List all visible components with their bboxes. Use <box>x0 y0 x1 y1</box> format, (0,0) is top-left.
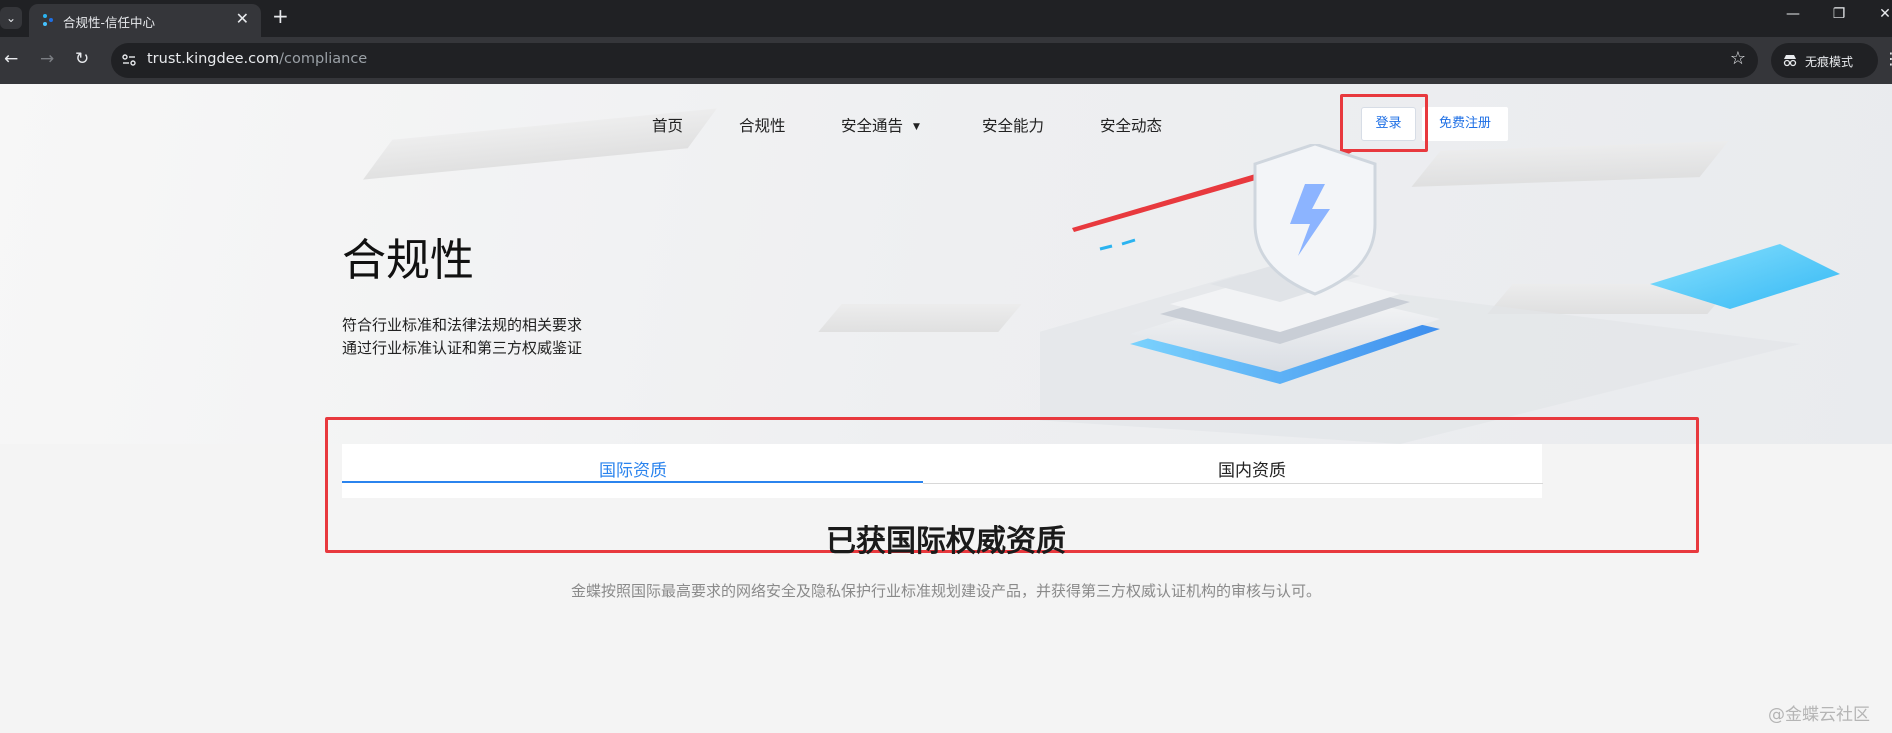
browser-tab-bar: ⌄ 合规性-信任中心 ✕ + — ❐ ✕ <box>0 0 1892 37</box>
nav-security-capability[interactable]: 安全能力 <box>982 114 1044 136</box>
watermark: @金蝶云社区 <box>1768 705 1870 725</box>
url-path: /compliance <box>279 51 368 67</box>
decorative-slab <box>818 304 1022 332</box>
nav-security-notice[interactable]: 安全通告 ▼ <box>841 114 920 136</box>
forward-icon[interactable]: → <box>40 49 54 69</box>
section-description: 金蝶按照国际最高要求的网络安全及隐私保护行业标准规划建设产品，并获得第三方权威认… <box>570 582 1321 600</box>
minimize-icon[interactable]: — <box>1770 6 1816 22</box>
tab-title: 合规性-信任中心 <box>63 15 156 30</box>
close-tab-icon[interactable]: ✕ <box>236 9 249 28</box>
reload-icon[interactable]: ↻ <box>75 49 89 69</box>
address-bar[interactable]: trust.kingdee.com/compliance ☆ <box>111 43 1758 78</box>
security-shield-illustration <box>1040 144 1840 444</box>
incognito-icon <box>1783 55 1797 67</box>
hero-subtitle-line2: 通过行业标准认证和第三方权威鉴证 <box>342 339 583 357</box>
browser-toolbar: ← → ↻ trust.kingdee.com/compliance ☆ 无痕模… <box>0 37 1892 84</box>
hero-subtitle-line1: 符合行业标准和法律法规的相关要求 <box>342 316 583 334</box>
url-text[interactable]: trust.kingdee.com/compliance <box>147 51 367 67</box>
restore-icon[interactable]: ❐ <box>1816 6 1862 22</box>
nav-home[interactable]: 首页 <box>652 114 683 136</box>
browser-menu-icon[interactable]: ⋮ <box>1883 49 1892 68</box>
section-title: 已获国际权威资质 <box>826 524 1066 559</box>
new-tab-button[interactable]: + <box>272 4 289 28</box>
hero-banner: 首页 合规性 安全通告 ▼ 安全能力 安全动态 登录 免费注册 合规性 符合行业标… <box>0 84 1892 444</box>
back-icon[interactable]: ← <box>4 49 18 69</box>
bookmark-star-icon[interactable]: ☆ <box>1730 48 1746 69</box>
page-content: 首页 合规性 安全通告 ▼ 安全能力 安全动态 登录 免费注册 合规性 符合行业标… <box>0 84 1892 733</box>
nav-security-notice-label: 安全通告 <box>841 117 904 135</box>
hero-title: 合规性 <box>342 235 474 286</box>
site-favicon-icon <box>43 14 53 26</box>
site-info-icon[interactable] <box>121 52 137 68</box>
window-close-icon[interactable]: ✕ <box>1862 6 1892 22</box>
hero-subtitle: 符合行业标准和法律法规的相关要求 通过行业标准认证和第三方权威鉴证 <box>342 314 582 360</box>
tab-search-chevron-icon[interactable]: ⌄ <box>0 7 22 29</box>
caret-down-icon: ▼ <box>913 122 920 132</box>
register-button[interactable]: 免费注册 <box>1422 107 1508 141</box>
url-domain: trust.kingdee.com <box>147 51 280 67</box>
browser-tab[interactable]: 合规性-信任中心 ✕ <box>29 4 261 37</box>
nav-compliance[interactable]: 合规性 <box>739 114 786 136</box>
incognito-label: 无痕模式 <box>1805 55 1854 69</box>
incognito-indicator[interactable]: 无痕模式 <box>1771 43 1878 78</box>
